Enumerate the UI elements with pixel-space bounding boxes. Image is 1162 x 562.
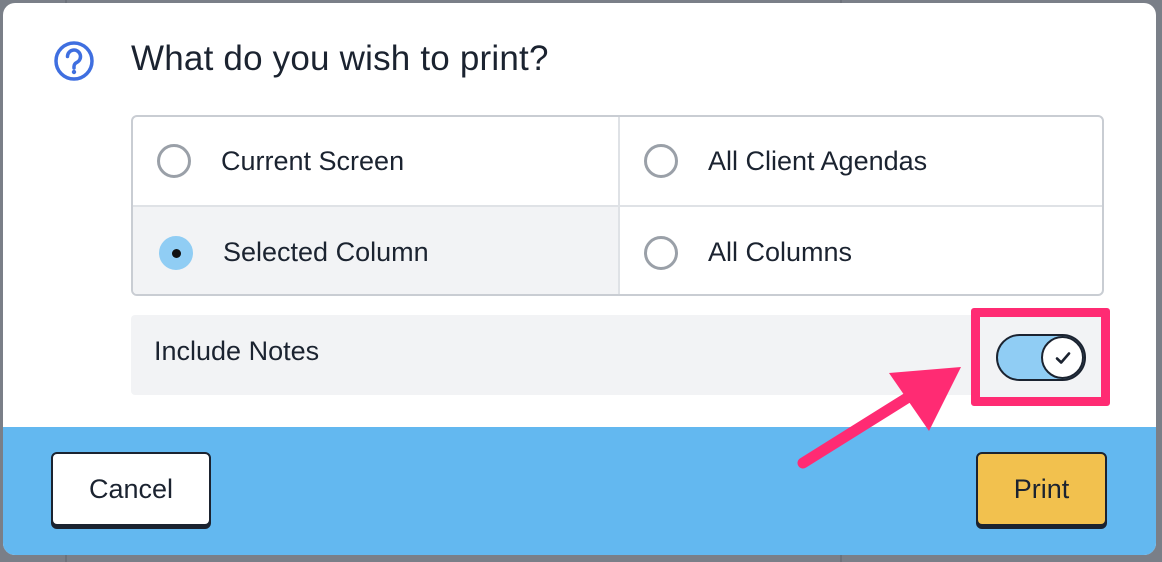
option-label: Selected Column [223, 237, 429, 267]
option-label: All Columns [708, 237, 853, 267]
option-all-client-agendas[interactable]: All Client Agendas [620, 117, 1102, 207]
question-circle-icon [53, 40, 95, 82]
radio-current-screen[interactable] [157, 144, 191, 178]
include-notes-label: Include Notes [154, 336, 320, 366]
dialog-header: What do you wish to print? [3, 3, 1156, 113]
toggle-knob [1041, 336, 1084, 379]
option-selected-column[interactable]: Selected Column [133, 207, 620, 294]
option-label: Current Screen [221, 145, 405, 176]
cancel-button[interactable]: Cancel [51, 452, 211, 526]
radio-all-columns[interactable] [644, 235, 678, 270]
print-options-grid: Current Screen All Client Agendas Select… [131, 115, 1104, 296]
include-notes-toggle[interactable] [996, 334, 1086, 381]
option-all-columns[interactable]: All Columns [620, 207, 1102, 294]
radio-all-client-agendas[interactable] [644, 144, 678, 178]
radio-selected-column[interactable] [159, 235, 193, 270]
pointer-arrow-icon [793, 363, 973, 478]
print-dialog: What do you wish to print? Current Scree… [3, 3, 1156, 555]
print-button[interactable]: Print [976, 452, 1107, 526]
toggle-highlight-box [971, 308, 1110, 406]
option-label: All Client Agendas [708, 145, 928, 176]
option-current-screen[interactable]: Current Screen [133, 117, 620, 207]
dialog-title: What do you wish to print? [131, 39, 549, 78]
